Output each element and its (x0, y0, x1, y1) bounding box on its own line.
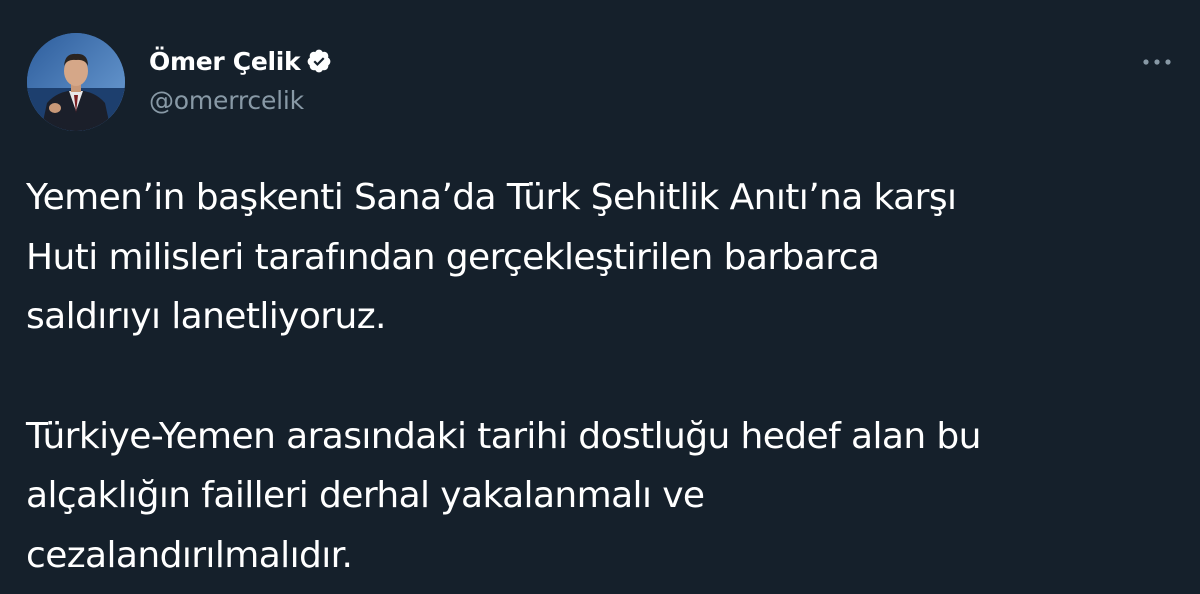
avatar-image (27, 33, 125, 131)
verified-badge-icon (306, 48, 332, 74)
tweet-paragraph: Yemen’in başkenti Sana’da Türk Şehitlik … (26, 177, 957, 337)
author-name[interactable]: Ömer Çelik (149, 47, 301, 76)
tweet-text: Yemen’in başkenti Sana’da Türk Şehitlik … (26, 168, 1176, 585)
avatar[interactable] (27, 33, 125, 131)
author-handle[interactable]: @omerrcelik (149, 86, 304, 115)
author-name-row: Ömer Çelik (149, 44, 332, 78)
tweet-card: Ömer Çelik @omerrcelik Yemen’in başkenti… (0, 0, 1200, 594)
tweet-paragraph: Türkiye-Yemen arasındaki tarihi dostluğu… (26, 415, 981, 576)
more-options-icon[interactable] (1138, 52, 1178, 72)
